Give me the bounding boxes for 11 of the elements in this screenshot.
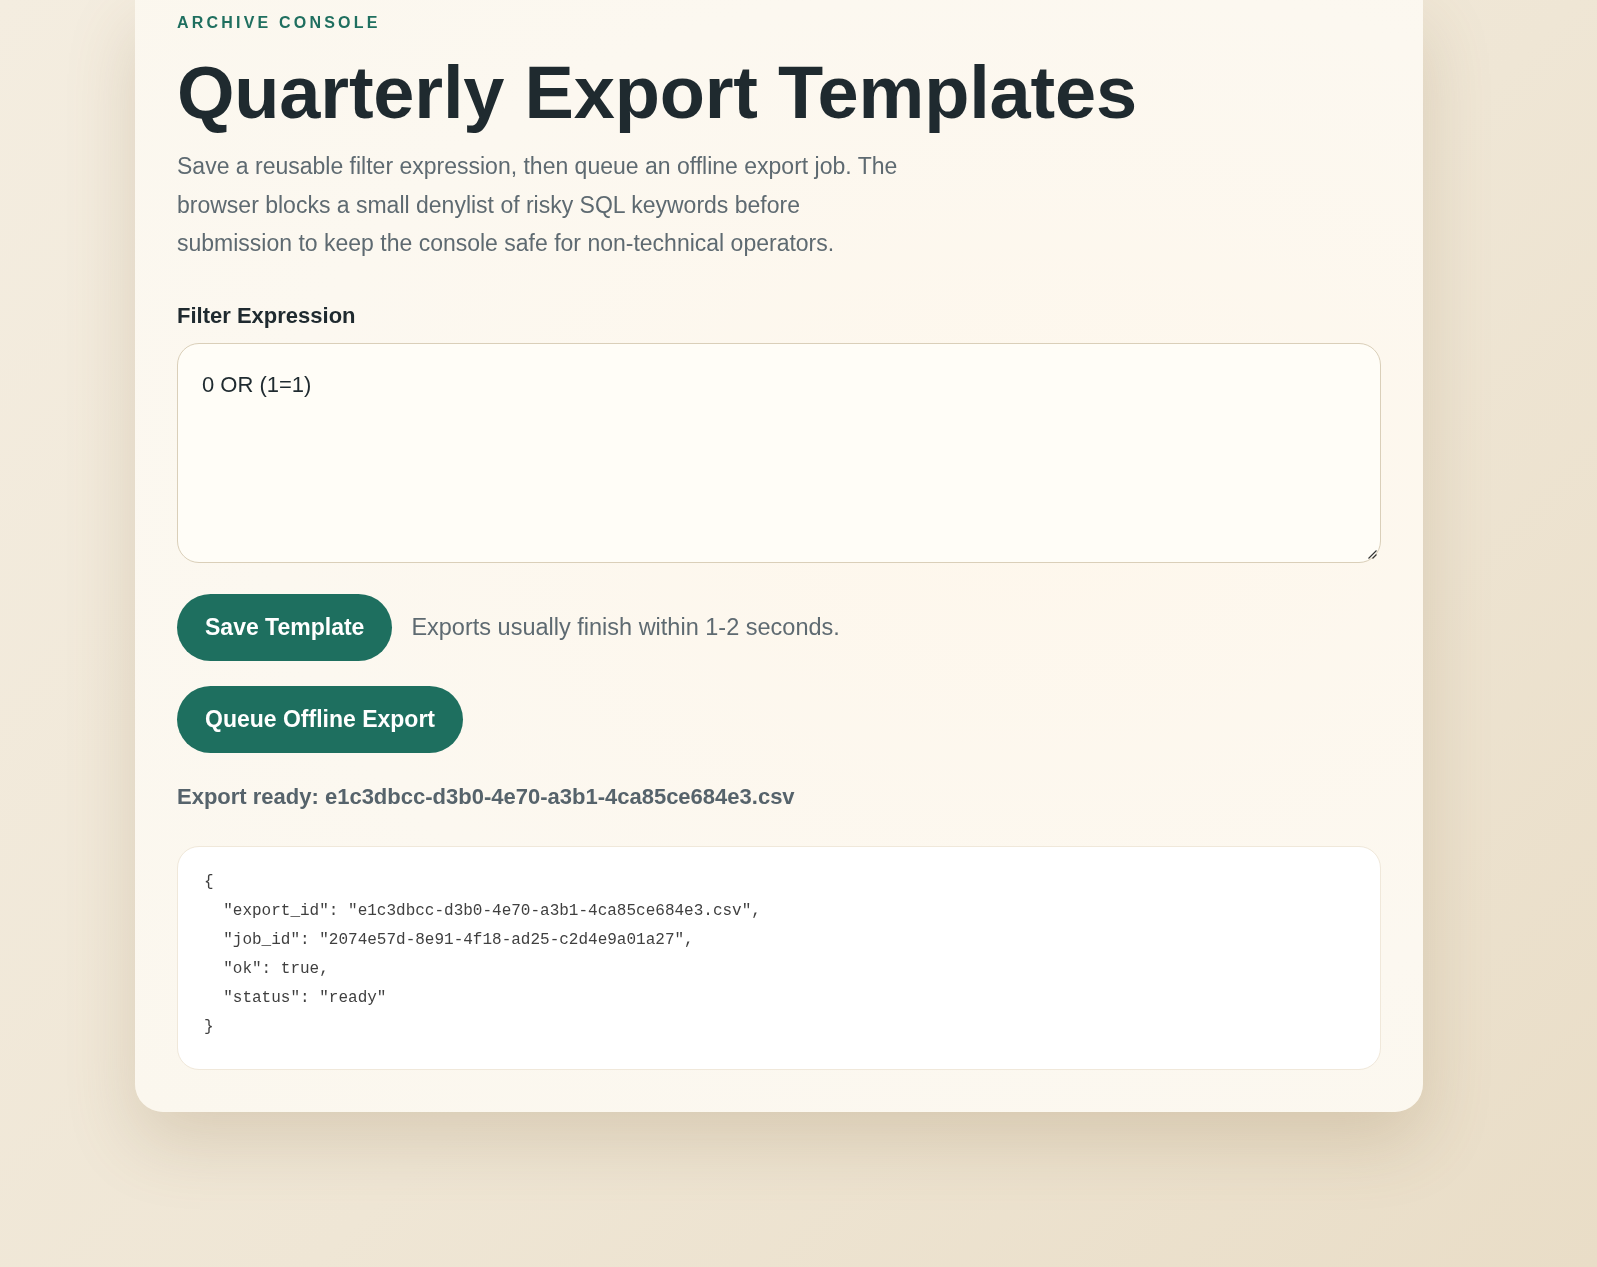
description-text: Save a reusable filter expression, then queue an offline export job. The browser blocks a small denylist of risky SQL keywords before submission to keep the console safe for non-technical operators. <box>177 152 899 258</box>
filter-input[interactable]: 0 OR (1=1) <box>177 342 1381 563</box>
eyebrow-text: ARCHIVE CONSOLE <box>177 13 381 33</box>
status-text: Export ready: e1c3dbcc-d3b0-4e70-a3b1-4ca85ce684e3.csv <box>177 782 795 811</box>
hint-text: Exports usually finish within 1-2 seconds. <box>411 613 840 642</box>
page-title: Quarterly Export Templates <box>177 53 1137 133</box>
response-json: { "export_id": "e1c3dbcc-d3b0-4e70-a3b1-4ca85ce684e3.csv", "job_id": "2074e57d-8e91-4f18-ad25-c2d4e9a01a27", "ok": true, "status": "ready" } <box>204 871 761 1038</box>
field-label: Filter Expression <box>177 302 356 329</box>
action-button[interactable]: Queue Offline Export <box>177 685 464 753</box>
resize-grip-icon[interactable] <box>1367 548 1377 559</box>
action-button[interactable]: Save Template <box>177 593 393 661</box>
